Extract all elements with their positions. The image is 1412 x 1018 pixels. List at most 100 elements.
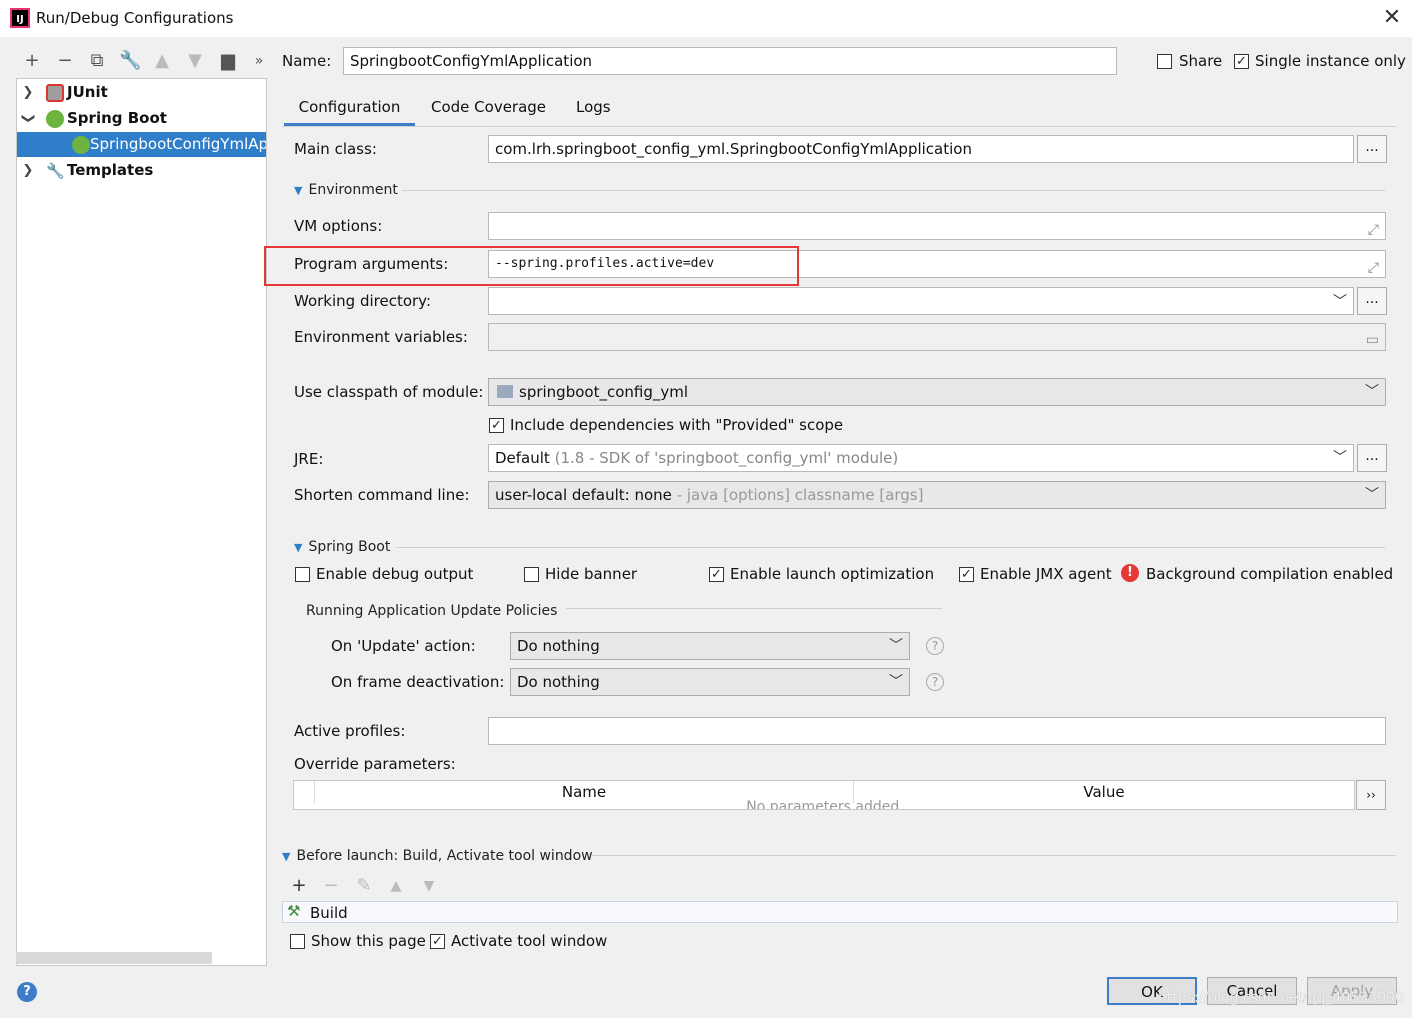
environment-section[interactable]: ▼ Environment — [294, 182, 398, 198]
plus-icon[interactable]: + — [21, 50, 43, 72]
tab-code-coverage[interactable]: Code Coverage — [431, 94, 546, 126]
tree-item-springboot-config[interactable]: SpringbootConfigYmlAp — [17, 132, 266, 157]
tabs-divider — [282, 126, 1396, 127]
module-folder-icon — [497, 385, 513, 398]
arrow-up-icon[interactable]: ▲ — [151, 50, 173, 72]
tree-item-label: Spring Boot — [67, 109, 167, 127]
working-directory-input[interactable]: ﹀ — [488, 287, 1354, 315]
classpath-module-select[interactable]: springboot_config_yml ﹀ — [488, 378, 1386, 406]
show-page-checkbox[interactable] — [290, 934, 305, 949]
main-class-browse-button[interactable]: ... — [1357, 135, 1387, 163]
chevron-down-icon: ﹀ — [889, 674, 903, 690]
main-class-input[interactable]: com.lrh.springboot_config_yml.Springboot… — [488, 135, 1354, 163]
include-dependencies-checkbox[interactable]: ✓ — [489, 418, 504, 433]
wrench-icon[interactable]: 🔧 — [119, 50, 141, 72]
classpath-module-label: Use classpath of module: — [294, 383, 484, 401]
tree-item-label: Templates — [67, 161, 154, 179]
tree-item-spring-boot[interactable]: ❯ Spring Boot — [17, 106, 266, 131]
table-empty-text: No parameters added. — [746, 799, 904, 810]
jre-label: JRE: — [294, 450, 324, 468]
single-instance-label: Single instance only — [1255, 52, 1406, 70]
spring-boot-section-title: Spring Boot — [308, 539, 391, 555]
spring-boot-divider — [396, 547, 1385, 548]
launch-optimization-label: Enable launch optimization — [730, 565, 935, 583]
before-launch-section[interactable]: ▼ Before launch: Build, Activate tool win… — [282, 848, 593, 864]
spring-boot-section[interactable]: ▼ Spring Boot — [294, 539, 390, 555]
expand-icon[interactable]: ⤢ — [1368, 217, 1379, 239]
chevron-down-icon: ﹀ — [889, 638, 903, 654]
working-directory-browse-button[interactable]: ... — [1357, 287, 1387, 315]
debug-output-checkbox[interactable] — [295, 567, 310, 582]
shorten-command-line-label: Shorten command line: — [294, 486, 470, 504]
plus-icon[interactable]: + — [288, 875, 310, 897]
junit-icon — [46, 84, 64, 102]
tree-item-templates[interactable]: ❯ 🔧 Templates — [17, 158, 266, 183]
edit-icon[interactable]: ✎ — [353, 875, 375, 897]
include-dependencies-label: Include dependencies with "Provided" sco… — [510, 416, 844, 434]
chevron-down-icon: ﹀ — [1333, 450, 1347, 466]
expand-icon[interactable]: ⤢ — [1368, 255, 1379, 277]
minus-icon[interactable]: − — [320, 875, 342, 897]
arrow-down-icon[interactable]: ▼ — [184, 50, 206, 72]
vm-options-input[interactable]: ⤢ — [488, 212, 1386, 240]
show-page-label: Show this page — [311, 932, 426, 950]
highlight-box — [264, 246, 799, 286]
more-icon[interactable]: » — [248, 50, 270, 72]
before-launch-divider — [592, 855, 1396, 856]
triangle-down-icon: ▼ — [282, 850, 291, 863]
jre-browse-button[interactable]: ... — [1357, 444, 1387, 472]
classpath-module-value: springboot_config_yml — [519, 383, 689, 401]
background-compilation-label: Background compilation enabled — [1146, 565, 1394, 583]
environment-divider — [402, 190, 1385, 191]
environment-variables-input[interactable]: ▭ — [488, 323, 1386, 351]
folder-icon[interactable]: ▭ — [1366, 327, 1379, 350]
override-parameters-label: Override parameters: — [294, 755, 456, 773]
share-label: Share — [1179, 52, 1223, 70]
chevron-down-icon[interactable]: ❯ — [17, 112, 41, 126]
tab-logs[interactable]: Logs — [576, 94, 611, 126]
tree-scrollbar[interactable] — [16, 952, 212, 964]
minus-icon[interactable]: − — [54, 50, 76, 72]
triangle-down-icon: ▼ — [294, 184, 303, 197]
arrow-down-icon[interactable]: ▼ — [418, 875, 440, 897]
frame-deactivation-value: Do nothing — [517, 673, 600, 691]
update-policies-section: Running Application Update Policies — [306, 603, 558, 619]
chevron-right-icon[interactable]: ❯ — [21, 80, 35, 105]
launch-optimization-checkbox[interactable]: ✓ — [709, 567, 724, 582]
shorten-command-line-select[interactable]: user-local default: none - java [options… — [488, 481, 1386, 509]
intellij-logo-icon: IJ — [10, 8, 30, 28]
override-expand-button[interactable]: ›› — [1356, 780, 1386, 810]
name-input[interactable]: SpringbootConfigYmlApplication — [343, 47, 1117, 75]
arrow-up-icon[interactable]: ▲ — [385, 875, 407, 897]
help-icon[interactable]: ? — [926, 637, 944, 655]
close-icon[interactable]: ✕ — [1380, 6, 1404, 30]
configuration-tree: ❯ JUnit ❯ Spring Boot SpringbootConfigYm… — [16, 78, 267, 966]
main-class-label: Main class: — [294, 140, 377, 158]
help-icon[interactable]: ? — [17, 982, 37, 1002]
shorten-command-hint: - java [options] classname [args] — [676, 486, 924, 504]
spring-boot-icon — [46, 110, 64, 128]
folder-add-icon[interactable]: ▆ — [217, 50, 239, 72]
tree-item-label: SpringbootConfigYmlAp — [90, 135, 266, 153]
hide-banner-checkbox[interactable] — [524, 567, 539, 582]
window-title: Run/Debug Configurations — [36, 9, 234, 27]
update-action-select[interactable]: Do nothing ﹀ — [510, 632, 910, 660]
chevron-right-icon[interactable]: ❯ — [21, 158, 35, 183]
debug-output-label: Enable debug output — [316, 565, 474, 583]
update-policies-divider — [566, 608, 942, 609]
activate-tool-window-checkbox[interactable]: ✓ — [430, 934, 445, 949]
chevron-down-icon[interactable]: ﹀ — [1333, 289, 1347, 314]
active-profiles-input[interactable] — [488, 717, 1386, 745]
tab-configuration[interactable]: Configuration — [284, 94, 415, 126]
copy-icon[interactable]: ⧉ — [86, 50, 108, 72]
share-checkbox[interactable] — [1157, 54, 1172, 69]
single-instance-checkbox[interactable]: ✓ — [1234, 54, 1249, 69]
chevron-down-icon: ﹀ — [1365, 384, 1379, 400]
watermark-text: https://blog.csdn.net/qq_40533000 — [1158, 990, 1404, 1006]
jmx-agent-checkbox[interactable]: ✓ — [959, 567, 974, 582]
help-icon[interactable]: ? — [926, 673, 944, 691]
jre-select[interactable]: Default (1.8 - SDK of 'springboot_config… — [488, 444, 1354, 472]
frame-deactivation-select[interactable]: Do nothing ﹀ — [510, 668, 910, 696]
build-list-item[interactable]: ⚒ Build — [282, 901, 1398, 923]
tree-item-junit[interactable]: ❯ JUnit — [17, 80, 266, 105]
